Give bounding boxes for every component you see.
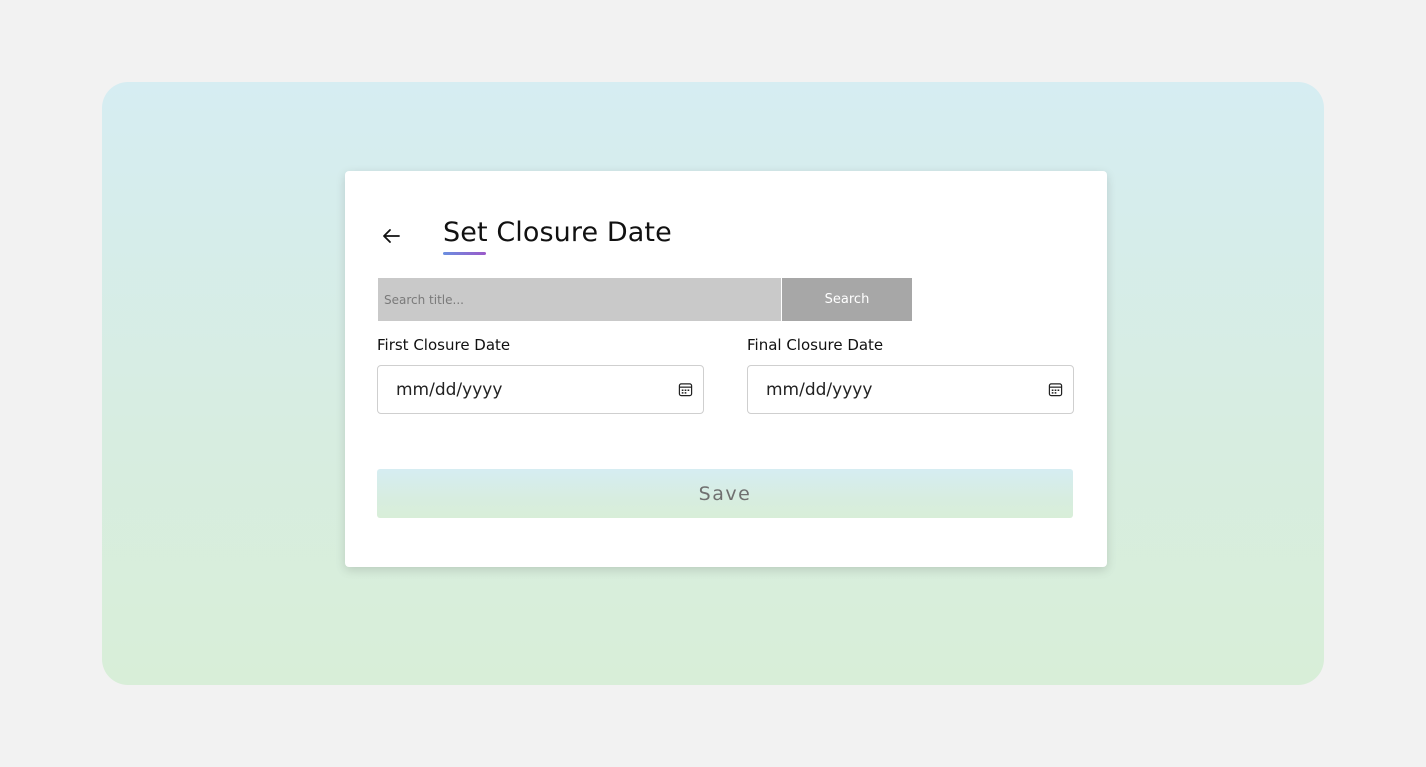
calendar-icon[interactable] bbox=[677, 382, 693, 398]
search-button[interactable]: Search bbox=[782, 278, 912, 321]
back-button[interactable] bbox=[377, 223, 405, 251]
final-closure-date-value: mm/dd/yyyy bbox=[766, 379, 873, 400]
page-title: Set Closure Date bbox=[443, 217, 672, 248]
search-input[interactable] bbox=[378, 278, 781, 321]
final-closure-date-input[interactable]: mm/dd/yyyy bbox=[747, 365, 1074, 414]
title-underline bbox=[443, 252, 486, 255]
calendar-icon[interactable] bbox=[1047, 382, 1063, 398]
first-closure-date-value: mm/dd/yyyy bbox=[396, 379, 503, 400]
search-bar: Search bbox=[378, 278, 912, 321]
save-button[interactable]: Save bbox=[377, 469, 1073, 518]
first-closure-date-input[interactable]: mm/dd/yyyy bbox=[377, 365, 704, 414]
first-closure-date-label: First Closure Date bbox=[377, 336, 511, 354]
arrow-left-icon bbox=[379, 224, 403, 251]
final-closure-date-label: Final Closure Date bbox=[747, 336, 884, 354]
closure-date-card: Set Closure Date Search First Closure Da… bbox=[345, 171, 1107, 567]
